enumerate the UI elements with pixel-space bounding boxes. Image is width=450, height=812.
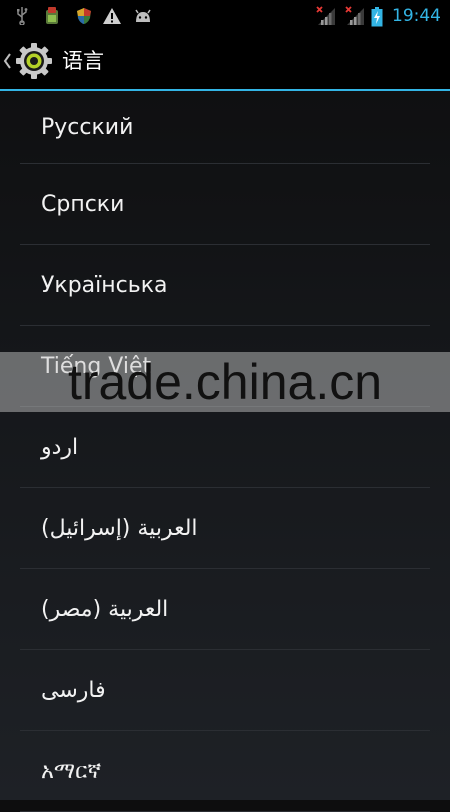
list-item-language[interactable]: العربية (إسرائيل) — [20, 488, 430, 569]
language-label: العربية (إسرائيل) — [41, 515, 198, 541]
page-title: 语言 — [62, 49, 104, 73]
language-label: Українська — [41, 272, 168, 298]
usb-icon — [14, 7, 30, 25]
language-label: Русский — [41, 114, 134, 140]
status-bar: 19:44 — [0, 0, 450, 33]
list-item-language[interactable]: العربية (مصر) — [20, 569, 430, 650]
app-notification-icon — [45, 7, 59, 24]
signal-no-service-icon — [316, 6, 336, 26]
language-label: فارسی — [41, 677, 106, 703]
status-time: 19:44 — [392, 6, 441, 26]
watermark-text: trade.china.cn — [67, 354, 383, 410]
watermark-banner: trade.china.cn — [0, 352, 450, 412]
language-label: አማርኛ — [41, 758, 102, 784]
battery-charging-icon — [371, 7, 383, 27]
language-label: العربية (مصر) — [41, 596, 169, 622]
list-item-language[interactable]: Русский — [20, 91, 430, 164]
action-bar: 语言 — [0, 33, 450, 91]
language-label: اردو — [41, 434, 79, 460]
warning-icon — [103, 8, 121, 24]
list-item-language[interactable]: Українська — [20, 245, 430, 326]
list-item-language[interactable]: اردو — [20, 407, 430, 488]
shield-notification-icon — [76, 8, 92, 24]
back-caret-icon[interactable] — [2, 51, 12, 71]
language-list: Русский Српски Українська Tiếng Việt ارد… — [0, 91, 450, 812]
language-label: Српски — [41, 191, 125, 217]
signal-no-service-icon — [345, 6, 365, 26]
list-item-language[interactable]: Српски — [20, 164, 430, 245]
list-item-language[interactable]: فارسی — [20, 650, 430, 731]
settings-gear-icon[interactable] — [15, 42, 53, 80]
android-icon — [133, 8, 153, 24]
